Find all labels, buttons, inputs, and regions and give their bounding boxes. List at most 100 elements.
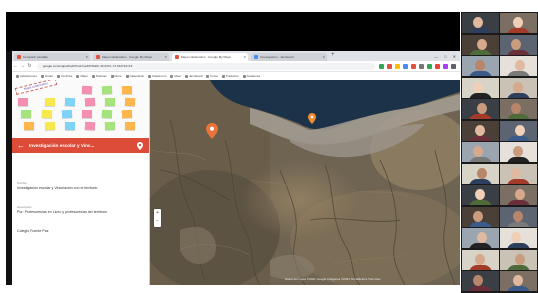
participant-tile[interactable] — [500, 163, 537, 184]
participant-tile[interactable] — [462, 271, 499, 291]
participant-tile[interactable] — [462, 56, 499, 76]
extension-icon[interactable] — [427, 63, 432, 69]
zoom-out-button[interactable]: − — [154, 217, 161, 225]
sticky-note[interactable] — [45, 98, 55, 106]
sticky-note[interactable] — [84, 121, 96, 131]
sticky-note[interactable] — [61, 109, 73, 119]
extension-icon[interactable] — [395, 63, 400, 69]
participant-tile[interactable] — [462, 34, 499, 55]
sticky-note[interactable] — [65, 122, 75, 130]
close-icon[interactable]: ✕ — [322, 55, 325, 59]
participant-tile[interactable] — [500, 13, 537, 33]
participant-tile[interactable] — [500, 34, 537, 55]
sticky-note[interactable] — [44, 121, 56, 131]
bookmark-item[interactable]: Maps — [76, 74, 88, 78]
bookmark-item[interactable]: Meet — [170, 74, 181, 78]
extension-icon[interactable] — [435, 63, 440, 69]
close-icon[interactable]: ✕ — [85, 55, 88, 59]
participant-tile[interactable] — [462, 99, 499, 119]
participant-head — [513, 210, 523, 222]
sticky-note[interactable] — [125, 122, 135, 130]
bookmark-item[interactable]: Aplicaciones — [16, 74, 37, 78]
sticky-note[interactable] — [82, 110, 92, 118]
participant-tile[interactable] — [462, 228, 499, 248]
forward-icon[interactable]: → — [19, 63, 26, 69]
extension-icon[interactable] — [379, 63, 384, 69]
participant-tile[interactable] — [500, 99, 537, 119]
bookmark-item[interactable]: Fotos — [206, 74, 218, 78]
sticky-note[interactable] — [104, 121, 116, 131]
sticky-note[interactable] — [81, 85, 93, 95]
sticky-note[interactable] — [41, 109, 53, 119]
browser-tab-active[interactable]: Mapa colaborativo · Google My Maps ✕ — [172, 53, 248, 61]
participant-tile[interactable] — [462, 120, 499, 141]
participant-tile[interactable] — [500, 185, 537, 205]
extension-icon[interactable] — [419, 63, 424, 69]
participant-tile[interactable] — [462, 206, 499, 227]
sticky-note[interactable] — [21, 110, 31, 118]
sticky-note[interactable] — [84, 97, 96, 107]
reload-icon[interactable]: ↻ — [26, 63, 33, 69]
sticky-note[interactable] — [64, 97, 76, 107]
url-input[interactable]: google.com/maps/d/edit?mid=1eZXhN&ll=-33… — [37, 62, 375, 70]
browser-tab[interactable]: Mapa colaborativo · Google My Maps ✕ — [93, 53, 169, 61]
bookmark-item[interactable]: Gmail — [40, 74, 53, 78]
participant-tile[interactable] — [500, 249, 537, 270]
sticky-note[interactable] — [101, 85, 113, 95]
window-controls: — □ ✕ — [434, 51, 460, 61]
extension-icon[interactable] — [387, 63, 392, 69]
participant-tile[interactable] — [500, 142, 537, 162]
zoom-in-button[interactable]: + — [154, 209, 161, 217]
participant-tile[interactable] — [462, 142, 499, 162]
sticky-note[interactable] — [101, 109, 113, 119]
browser-tab[interactable]: Investigación - Jamboard ✕ — [251, 53, 327, 61]
participant-head — [477, 38, 487, 50]
bookmark-item[interactable]: Academia — [242, 74, 260, 78]
arrow-back-icon[interactable]: ← — [17, 141, 25, 150]
sticky-note[interactable] — [124, 97, 136, 107]
participant-tile[interactable] — [500, 56, 537, 76]
bookmark-label: Maps — [80, 74, 88, 78]
browser-window: Compartir pantalla ✕ Mapa colaborativo ·… — [12, 51, 460, 285]
extension-icon[interactable] — [411, 63, 416, 69]
participant-tile[interactable] — [500, 206, 537, 227]
bookmark-item[interactable]: Jamboard — [185, 74, 202, 78]
bookmark-label: Fotos — [210, 74, 218, 78]
bookmark-item[interactable]: YouTube — [56, 74, 72, 78]
new-tab-button[interactable]: + — [331, 51, 335, 61]
participant-tile[interactable] — [500, 228, 537, 248]
bookmark-item[interactable]: Drive — [110, 74, 122, 78]
participant-head — [475, 124, 485, 136]
close-icon[interactable]: ✕ — [243, 55, 246, 59]
sticky-note[interactable] — [105, 98, 115, 106]
bookmark-item[interactable]: Classroom — [148, 74, 166, 78]
participant-tile[interactable] — [500, 271, 537, 291]
participant-tile[interactable] — [500, 120, 537, 141]
sticky-note[interactable] — [122, 86, 132, 94]
maximize-icon[interactable]: □ — [444, 54, 446, 61]
place-icon[interactable] — [137, 137, 143, 155]
sticky-note[interactable] — [18, 98, 28, 106]
extension-icon[interactable] — [403, 63, 408, 69]
participant-tile[interactable] — [462, 77, 499, 98]
participant-tile[interactable] — [462, 185, 499, 205]
bookmark-item[interactable]: Calendario — [125, 74, 144, 78]
back-icon[interactable]: ← — [12, 63, 19, 69]
participant-tile[interactable] — [462, 249, 499, 270]
bookmark-item[interactable]: Traductor — [221, 74, 239, 78]
window-close-icon[interactable]: ✕ — [453, 54, 456, 61]
close-icon[interactable]: ✕ — [164, 55, 167, 59]
participant-tile[interactable] — [500, 77, 537, 98]
participant-body — [469, 114, 492, 119]
sticky-note[interactable] — [24, 122, 34, 130]
extension-icon[interactable] — [443, 63, 448, 69]
bookmark-item[interactable]: Noticias — [91, 74, 107, 78]
minimize-icon[interactable]: — — [434, 54, 438, 61]
browser-tab[interactable]: Compartir pantalla ✕ — [14, 53, 90, 61]
satellite-map[interactable]: + − Datos del mapa ©2021 Google Imágenes… — [150, 80, 460, 285]
participant-tile[interactable] — [462, 13, 499, 33]
participant-body — [507, 114, 530, 119]
participant-tile[interactable] — [462, 163, 499, 184]
sticky-note[interactable] — [121, 109, 133, 119]
extension-icon[interactable] — [451, 63, 456, 69]
